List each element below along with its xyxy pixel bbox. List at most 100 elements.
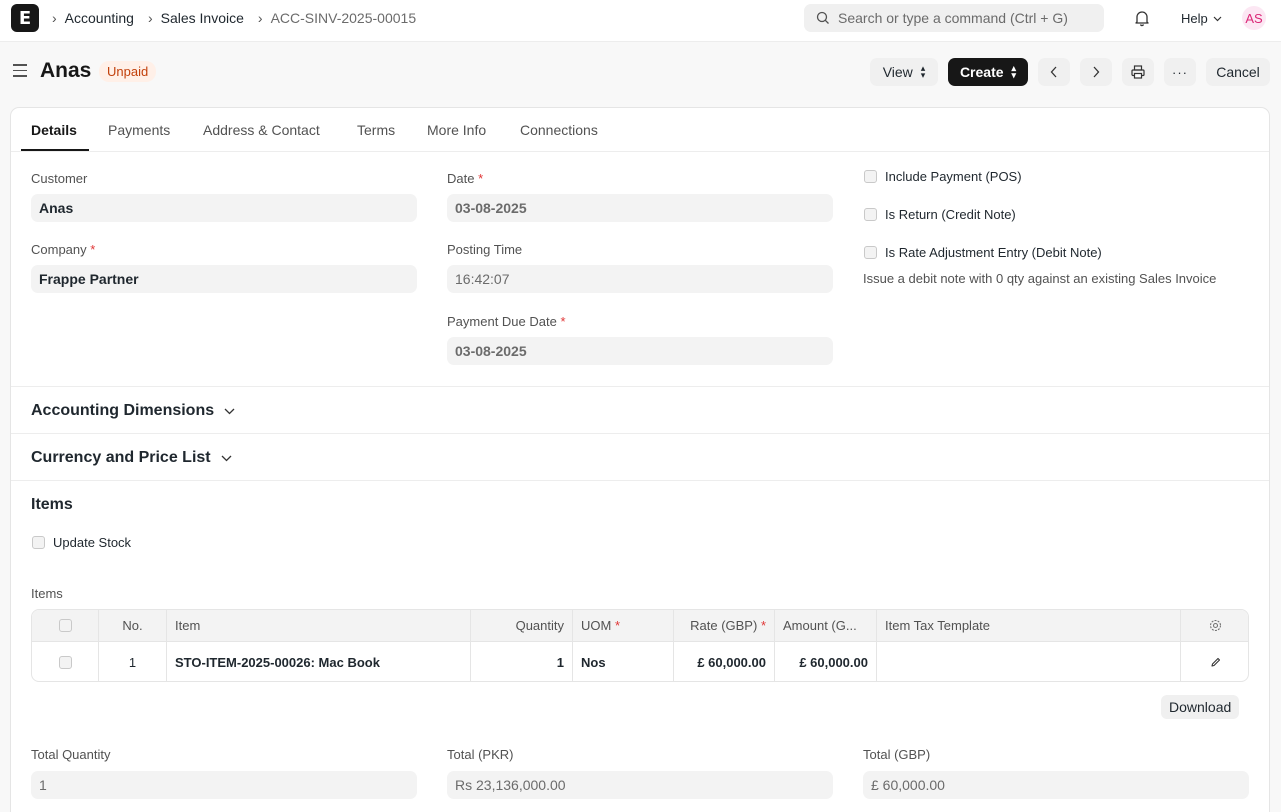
help-label: Help bbox=[1181, 11, 1208, 26]
section-divider bbox=[11, 433, 1269, 434]
gear-icon[interactable] bbox=[1209, 619, 1222, 632]
chevron-right-icon: › bbox=[52, 10, 57, 26]
update-stock-checkbox[interactable] bbox=[32, 536, 45, 549]
due-date-field[interactable]: 03-08-2025 bbox=[447, 337, 833, 365]
posting-time-field[interactable]: 16:42:07 bbox=[447, 265, 833, 293]
header-uom: UOM * bbox=[573, 610, 674, 641]
row-rate[interactable]: £ 60,000.00 bbox=[674, 642, 775, 681]
company-label: Company * bbox=[31, 242, 96, 257]
previous-doc-button[interactable] bbox=[1038, 58, 1070, 86]
section-title-label: Currency and Price List bbox=[31, 449, 211, 466]
section-divider bbox=[11, 386, 1269, 387]
section-divider bbox=[11, 480, 1269, 481]
chevron-left-icon bbox=[1050, 66, 1057, 78]
status-badge: Unpaid bbox=[99, 61, 157, 82]
section-title-label: Accounting Dimensions bbox=[31, 402, 215, 419]
breadcrumb-accounting[interactable]: Accounting bbox=[65, 10, 134, 26]
cancel-button[interactable]: Cancel bbox=[1206, 58, 1270, 86]
row-quantity[interactable]: 1 bbox=[471, 642, 573, 681]
currency-price-list-section[interactable]: Currency and Price List bbox=[31, 449, 232, 467]
header-select-all-cell bbox=[32, 610, 99, 641]
create-button-label: Create bbox=[959, 64, 1004, 80]
create-button[interactable]: Create ▴ ▾ bbox=[948, 58, 1028, 86]
tab-connections[interactable]: Connections bbox=[520, 122, 598, 138]
breadcrumb-current-doc[interactable]: ACC-SINV-2025-00015 bbox=[271, 10, 417, 26]
bell-icon[interactable] bbox=[1133, 9, 1151, 27]
search-input[interactable] bbox=[838, 10, 1098, 26]
tab-address-contact[interactable]: Address & Contact bbox=[203, 122, 320, 138]
chevron-down-icon bbox=[221, 455, 232, 461]
tab-more-info[interactable]: More Info bbox=[427, 122, 486, 138]
rate-adjustment-description: Issue a debit note with 0 qty against an… bbox=[863, 271, 1217, 286]
total-pkr-field: Rs 23,136,000.00 bbox=[447, 771, 833, 799]
tab-terms[interactable]: Terms bbox=[357, 122, 395, 138]
header-quantity: Quantity bbox=[471, 610, 573, 641]
avatar[interactable]: AS bbox=[1242, 6, 1266, 30]
breadcrumb-sales-invoice[interactable]: Sales Invoice bbox=[161, 10, 244, 26]
breadcrumb: › Accounting › Sales Invoice › ACC-SINV-… bbox=[52, 10, 430, 26]
pencil-icon[interactable] bbox=[1210, 657, 1221, 668]
row-checkbox[interactable] bbox=[58, 655, 72, 669]
tab-bar: Details Payments Address & Contact Terms… bbox=[11, 108, 1269, 152]
active-tab-indicator bbox=[21, 149, 89, 151]
page-title: Anas bbox=[40, 59, 92, 82]
header-item: Item bbox=[167, 610, 471, 641]
posting-time-label: Posting Time bbox=[447, 242, 523, 257]
include-payment-checkbox[interactable] bbox=[864, 170, 877, 183]
items-table-label: Items bbox=[31, 586, 63, 601]
ellipsis-icon: ··· bbox=[1172, 64, 1188, 80]
company-field[interactable]: Frappe Partner bbox=[31, 265, 417, 293]
total-pkr-label: Total (PKR) bbox=[447, 747, 514, 762]
header-item-tax-template: Item Tax Template bbox=[877, 610, 1181, 641]
view-button[interactable]: View ▴ ▾ bbox=[870, 58, 938, 86]
chevron-right-icon bbox=[1093, 66, 1100, 78]
customer-label: Customer bbox=[31, 171, 88, 186]
row-item-tax-template[interactable] bbox=[877, 642, 1181, 681]
customer-field[interactable]: Anas bbox=[31, 194, 417, 222]
view-button-label: View bbox=[882, 64, 913, 80]
app-logo[interactable]: E bbox=[11, 4, 39, 32]
navbar: E › Accounting › Sales Invoice › ACC-SIN… bbox=[0, 0, 1281, 42]
total-gbp-field: £ 60,000.00 bbox=[863, 771, 1249, 799]
rate-adjustment-label: Is Rate Adjustment Entry (Debit Note) bbox=[885, 245, 1102, 260]
section-title-label: Items bbox=[31, 496, 73, 513]
row-no: 1 bbox=[99, 642, 167, 681]
rate-adjustment-checkbox[interactable] bbox=[864, 246, 877, 259]
print-button[interactable] bbox=[1122, 58, 1154, 86]
search-bar[interactable] bbox=[804, 4, 1104, 32]
download-button[interactable]: Download bbox=[1161, 695, 1240, 719]
items-table: No. Item Quantity UOM * Rate (GBP) * Amo… bbox=[31, 609, 1249, 682]
printer-icon bbox=[1131, 65, 1145, 79]
tab-payments[interactable]: Payments bbox=[108, 122, 170, 138]
form-card: Details Payments Address & Contact Terms… bbox=[10, 107, 1270, 812]
due-date-label: Payment Due Date * bbox=[447, 314, 566, 329]
items-section-title: Items bbox=[31, 496, 73, 514]
header-rate: Rate (GBP) * bbox=[674, 610, 775, 641]
row-item[interactable]: STO-ITEM-2025-00026: Mac Book bbox=[167, 642, 471, 681]
up-down-icon: ▴ ▾ bbox=[920, 63, 926, 80]
next-doc-button[interactable] bbox=[1080, 58, 1112, 86]
header-amount: Amount (G... bbox=[775, 610, 877, 641]
chevron-right-icon: › bbox=[147, 10, 153, 26]
header-no: No. bbox=[99, 610, 167, 641]
table-row[interactable]: 1 STO-ITEM-2025-00026: Mac Book 1 Nos £ … bbox=[32, 642, 1248, 681]
header-settings-cell bbox=[1181, 610, 1248, 641]
row-uom[interactable]: Nos bbox=[573, 642, 674, 681]
row-edit-cell bbox=[1181, 642, 1248, 681]
is-return-checkbox[interactable] bbox=[864, 208, 877, 221]
search-icon bbox=[816, 11, 829, 24]
include-payment-label: Include Payment (POS) bbox=[885, 169, 1022, 184]
row-amount: £ 60,000.00 bbox=[775, 642, 877, 681]
more-options-button[interactable]: ··· bbox=[1164, 58, 1196, 86]
date-field[interactable]: 03-08-2025 bbox=[447, 194, 833, 222]
row-select-cell bbox=[32, 642, 99, 681]
table-header: No. Item Quantity UOM * Rate (GBP) * Amo… bbox=[32, 610, 1248, 642]
total-gbp-label: Total (GBP) bbox=[863, 747, 931, 762]
sidebar-toggle-icon[interactable] bbox=[13, 64, 27, 81]
select-all-checkbox[interactable] bbox=[58, 619, 72, 632]
help-menu[interactable]: Help bbox=[1181, 11, 1222, 26]
accounting-dimensions-section[interactable]: Accounting Dimensions bbox=[31, 402, 235, 420]
total-quantity-label: Total Quantity bbox=[31, 747, 111, 762]
update-stock-label: Update Stock bbox=[53, 535, 132, 550]
tab-details[interactable]: Details bbox=[31, 122, 77, 138]
